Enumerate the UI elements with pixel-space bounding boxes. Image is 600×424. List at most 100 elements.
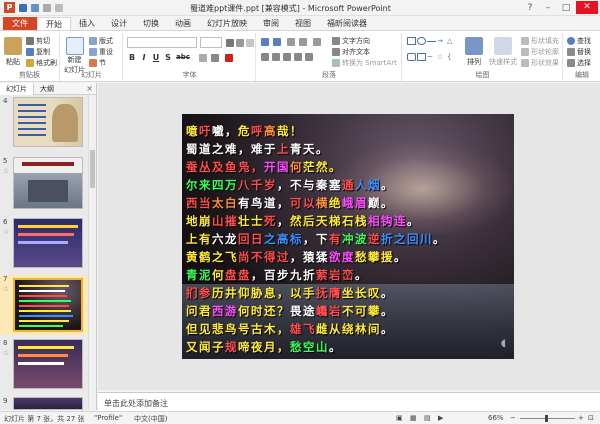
- increase-indent-icon[interactable]: [299, 38, 307, 46]
- font-size-dropdown[interactable]: [200, 37, 222, 48]
- align-text-button[interactable]: 对齐文本: [332, 47, 370, 57]
- replace-button[interactable]: 替换: [567, 47, 591, 57]
- numbering-icon[interactable]: [273, 38, 281, 46]
- align-left-icon[interactable]: [261, 53, 269, 61]
- zoom-out-button[interactable]: −: [510, 414, 516, 422]
- arrange-button[interactable]: 排列: [465, 37, 483, 67]
- shapes-gallery[interactable]: → △ ~ ☆ {: [407, 37, 457, 67]
- change-case-icon[interactable]: [211, 54, 219, 62]
- char-spacing-icon[interactable]: [199, 54, 207, 62]
- tab-home[interactable]: 开始: [37, 17, 71, 30]
- find-button[interactable]: 查找: [567, 36, 591, 46]
- align-right-icon[interactable]: [283, 53, 291, 61]
- redo-icon[interactable]: [43, 3, 51, 12]
- panel-scrollbar[interactable]: [88, 95, 96, 410]
- tab-file[interactable]: 文件: [3, 17, 37, 30]
- notes-pane[interactable]: 单击此处添加备注: [98, 392, 600, 411]
- text-direction-button[interactable]: 文字方向: [332, 36, 370, 46]
- shape-rounded-rect-icon[interactable]: [407, 52, 416, 61]
- italic-button[interactable]: I: [139, 53, 149, 62]
- shape-textbox-icon[interactable]: [417, 52, 426, 61]
- shadow-button[interactable]: S: [163, 53, 173, 62]
- slide-thumbnail-selected[interactable]: 7 ☆: [0, 275, 88, 335]
- tab-transitions[interactable]: 切换: [135, 17, 167, 30]
- copy-button[interactable]: 复制: [26, 47, 50, 57]
- shape-brace-icon[interactable]: {: [447, 53, 456, 68]
- format-painter-button[interactable]: 格式刷: [26, 58, 57, 68]
- slide-thumbnail[interactable]: 6 ☆: [0, 218, 88, 273]
- zoom-level[interactable]: 66%: [488, 414, 504, 422]
- undo-icon[interactable]: [31, 3, 39, 12]
- close-panel-icon[interactable]: ×: [86, 84, 93, 93]
- bullets-icon[interactable]: [261, 38, 269, 46]
- select-button[interactable]: 选择: [567, 58, 591, 68]
- customize-qat-icon[interactable]: [55, 3, 63, 12]
- language-indicator[interactable]: 中文(中国): [134, 414, 167, 424]
- shape-arrow-icon[interactable]: →: [437, 37, 446, 52]
- tab-insert[interactable]: 插入: [71, 17, 103, 30]
- slide-thumbnail[interactable]: 4: [0, 97, 88, 153]
- help-icon[interactable]: ?: [522, 3, 538, 13]
- close-button[interactable]: ✕: [576, 1, 598, 14]
- layout-button[interactable]: 版式: [89, 36, 113, 46]
- shape-oval-icon[interactable]: [417, 37, 426, 45]
- normal-view-icon[interactable]: ▣: [396, 414, 403, 422]
- shape-rect-icon[interactable]: [407, 37, 416, 45]
- shape-triangle-icon[interactable]: △: [447, 37, 456, 52]
- font-name-dropdown[interactable]: [127, 37, 197, 48]
- clear-format-icon[interactable]: [246, 39, 254, 47]
- zoom-in-button[interactable]: +: [578, 414, 584, 422]
- columns-icon[interactable]: [305, 53, 313, 61]
- tab-slideshow[interactable]: 幻灯片放映: [199, 17, 255, 30]
- save-icon[interactable]: [19, 3, 27, 12]
- quick-styles-button[interactable]: 快速样式: [489, 37, 517, 67]
- fit-slide-icon[interactable]: ⊡: [588, 414, 594, 422]
- shape-outline-button[interactable]: 形状轮廓: [521, 47, 559, 57]
- smartart-button[interactable]: 转换为 SmartArt: [332, 58, 397, 68]
- tab-design[interactable]: 设计: [103, 17, 135, 30]
- poem-text[interactable]: 噫吁嚱，危呼高哉！ 蜀道之难，难于上青天。 蚕丛及鱼凫，开国何茫然。 尔来四万八千岁，…: [186, 122, 506, 356]
- tab-view[interactable]: 视图: [287, 17, 319, 30]
- decrease-indent-icon[interactable]: [287, 38, 295, 46]
- section-button[interactable]: 节: [89, 58, 106, 68]
- slide-thumbnail[interactable]: 8 ☆: [0, 339, 88, 394]
- reading-view-icon[interactable]: ▤: [424, 414, 431, 422]
- zoom-slider-knob[interactable]: [545, 415, 548, 422]
- slide-edit-area: 噫吁嚱，危呼高哉！ 蜀道之难，难于上青天。 蚕丛及鱼凫，开国何茫然。 尔来四万八千岁，…: [98, 83, 600, 390]
- grow-font-icon[interactable]: [226, 39, 234, 47]
- line-spacing-icon[interactable]: [313, 38, 321, 46]
- poem-segment: 规: [225, 340, 238, 354]
- status-bar: 幻灯片 第 7 张，共 27 张 "Profile" 中文(中国) ▣ ▦ ▤ …: [0, 411, 600, 424]
- maximize-button[interactable]: □: [558, 3, 574, 13]
- justify-icon[interactable]: [294, 53, 302, 61]
- paste-button[interactable]: 粘贴: [4, 37, 22, 67]
- slide-thumbnail[interactable]: 9: [0, 397, 88, 410]
- shrink-font-icon[interactable]: [236, 39, 244, 47]
- align-center-icon[interactable]: [272, 53, 280, 61]
- underline-button[interactable]: U: [151, 53, 161, 62]
- shape-effects-button[interactable]: 形状效果: [521, 58, 559, 68]
- powerpoint-logo-icon[interactable]: P: [4, 2, 15, 13]
- bold-button[interactable]: B: [127, 53, 137, 62]
- shape-line-icon[interactable]: [427, 37, 436, 42]
- tab-animations[interactable]: 动画: [167, 17, 199, 30]
- slideshow-view-icon[interactable]: ▶: [438, 414, 443, 422]
- tab-outline[interactable]: 大纲: [34, 83, 60, 95]
- font-color-icon[interactable]: [225, 54, 233, 62]
- tab-slides[interactable]: 幻灯片: [0, 82, 34, 95]
- shape-curve-icon[interactable]: ~: [427, 53, 436, 68]
- tab-foxit[interactable]: 福昕阅读器: [319, 17, 375, 30]
- cut-button[interactable]: 剪切: [26, 36, 50, 46]
- sorter-view-icon[interactable]: ▦: [410, 414, 417, 422]
- tab-review[interactable]: 审阅: [255, 17, 287, 30]
- shape-star-icon[interactable]: ☆: [437, 53, 446, 68]
- scrollbar-thumb[interactable]: [90, 150, 95, 188]
- slide-thumbnail[interactable]: 5 ☆: [0, 157, 88, 215]
- strikethrough-button[interactable]: abc: [175, 53, 191, 61]
- shape-fill-button[interactable]: 形状填充: [521, 36, 559, 46]
- current-slide[interactable]: 噫吁嚱，危呼高哉！ 蜀道之难，难于上青天。 蚕丛及鱼凫，开国何茫然。 尔来四万八千岁，…: [182, 114, 514, 359]
- speaker-icon[interactable]: ◖: [501, 338, 506, 349]
- poem-segment: 开国: [264, 160, 290, 174]
- reset-button[interactable]: 重设: [89, 47, 113, 57]
- minimize-button[interactable]: –: [540, 3, 556, 13]
